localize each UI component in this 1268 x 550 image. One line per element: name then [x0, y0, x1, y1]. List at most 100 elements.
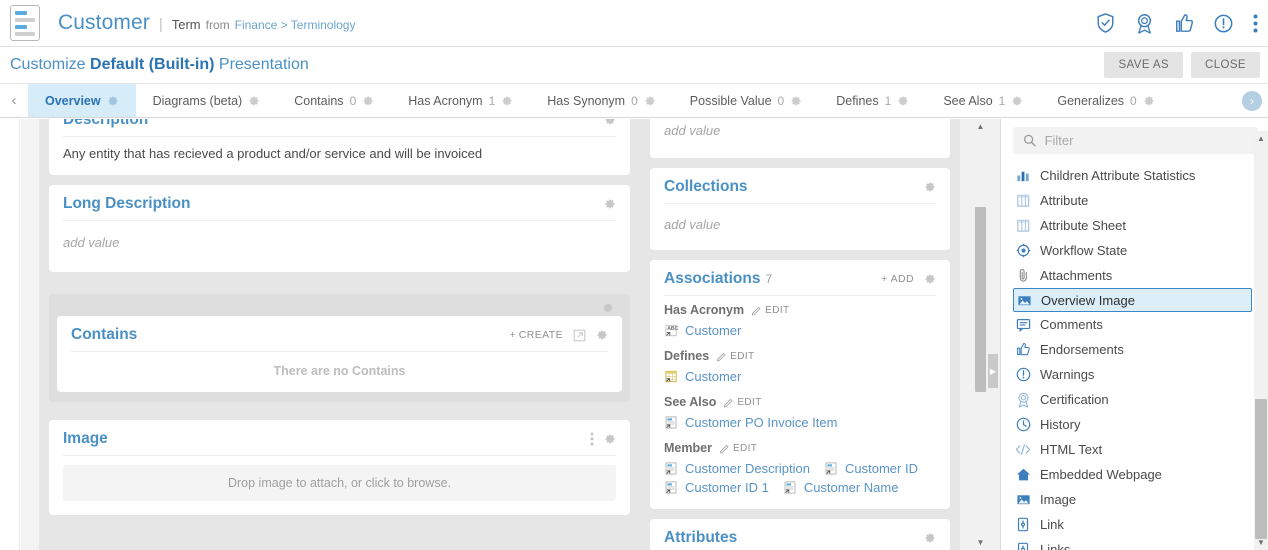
gear-icon[interactable]: [924, 181, 936, 193]
gear-icon[interactable]: [790, 95, 802, 107]
top-header-bar: Customer | Term from Finance > Terminolo…: [0, 0, 1268, 47]
contains-card-header: Contains + CREATE: [71, 326, 608, 352]
tab-overview[interactable]: Overview: [28, 84, 136, 117]
gear-icon[interactable]: [924, 273, 936, 285]
gear-icon[interactable]: [1143, 95, 1155, 107]
gear-icon[interactable]: [604, 433, 616, 445]
gear-icon[interactable]: [644, 95, 656, 107]
plus-icon: +: [881, 273, 888, 285]
kebab-menu-icon[interactable]: [1253, 14, 1258, 33]
widget-item-embedded-webpage[interactable]: Embedded Webpage: [1001, 462, 1256, 487]
top-card-placeholder[interactable]: add value: [664, 123, 720, 138]
gear-icon[interactable]: [107, 95, 119, 107]
shield-check-icon[interactable]: [1096, 13, 1115, 33]
middle-scrollbar[interactable]: ▲ ▼: [973, 119, 988, 550]
kebab-menu-icon[interactable]: [590, 432, 594, 446]
scroll-down-arrow-icon[interactable]: ▼: [973, 535, 988, 550]
scroll-up-arrow-icon[interactable]: ▲: [973, 119, 988, 134]
search-icon: [1023, 133, 1037, 148]
filter-input[interactable]: [1045, 133, 1248, 148]
widget-item-links[interactable]: Links: [1001, 537, 1256, 550]
widget-item-certification[interactable]: Certification: [1001, 387, 1256, 412]
tab-label: Generalizes: [1057, 94, 1124, 108]
tab-has-acronym[interactable]: Has Acronym1: [391, 84, 530, 117]
association-item[interactable]: Customer Name: [783, 480, 899, 495]
gear-icon[interactable]: [248, 95, 260, 107]
tab-count: 0: [778, 94, 785, 108]
associations-title: Associations7: [664, 270, 772, 288]
scroll-down-arrow-icon[interactable]: ▼: [1254, 535, 1268, 550]
widget-item-link[interactable]: Link: [1001, 512, 1256, 537]
breadcrumb-path-link[interactable]: Finance > Terminology: [235, 18, 356, 32]
gear-icon[interactable]: [604, 198, 616, 210]
home-icon: [1015, 467, 1031, 483]
gear-icon[interactable]: [602, 302, 614, 314]
widget-item-image[interactable]: Image: [1001, 487, 1256, 512]
scrollbar-thumb[interactable]: [1255, 399, 1267, 539]
thumbs-up-icon[interactable]: [1174, 13, 1194, 33]
tab-possible-value[interactable]: Possible Value 0: [673, 84, 819, 117]
widget-item-attachments[interactable]: Attachments: [1001, 263, 1256, 288]
widget-item-comments[interactable]: Comments: [1001, 312, 1256, 337]
gear-icon[interactable]: [1011, 95, 1023, 107]
widget-item-attribute-sheet[interactable]: Attribute Sheet: [1001, 213, 1256, 238]
association-item[interactable]: Customer: [664, 369, 741, 384]
gear-icon[interactable]: [604, 119, 616, 126]
tabs-prev-arrow-icon[interactable]: ‹: [0, 84, 28, 117]
widget-item-label: Workflow State: [1040, 243, 1127, 258]
image-dropzone[interactable]: Drop image to attach, or click to browse…: [63, 465, 616, 501]
edit-association-button[interactable]: EDIT: [723, 397, 761, 408]
tab-see-also[interactable]: See Also1: [926, 84, 1040, 117]
edit-association-button[interactable]: EDIT: [716, 351, 754, 362]
content-area: Description Any entity that has recieved…: [0, 119, 1268, 550]
widget-list-scrollbar[interactable]: ▲ ▼: [1254, 131, 1268, 550]
panel-collapse-handle[interactable]: ▶: [988, 354, 998, 388]
tabs-next-arrow-icon[interactable]: ›: [1242, 91, 1262, 111]
attributes-card-header: Attributes: [664, 529, 936, 550]
association-item[interactable]: ABCCustomer: [664, 323, 741, 338]
customize-bar: Customize Default (Built-in) Presentatio…: [0, 47, 1268, 84]
edit-association-button[interactable]: EDIT: [751, 305, 789, 316]
description-value[interactable]: Any entity that has recieved a product a…: [63, 137, 616, 161]
create-button[interactable]: + CREATE: [509, 329, 563, 341]
widget-item-warnings[interactable]: Warnings: [1001, 362, 1256, 387]
tab-defines[interactable]: Defines1: [819, 84, 926, 117]
association-item[interactable]: Customer PO Invoice Item: [664, 415, 837, 430]
tab-has-synonym[interactable]: Has Synonym0: [530, 84, 673, 117]
widget-item-workflow-state[interactable]: Workflow State: [1001, 238, 1256, 263]
association-item[interactable]: Customer ID: [824, 461, 918, 476]
description-title: Description: [63, 119, 148, 129]
scrollbar-thumb[interactable]: [975, 207, 986, 392]
collections-placeholder[interactable]: add value: [664, 217, 720, 232]
widget-item-history[interactable]: History: [1001, 412, 1256, 437]
association-item[interactable]: Customer Description: [664, 461, 810, 476]
association-item[interactable]: Customer ID 1: [664, 480, 769, 495]
scroll-up-arrow-icon[interactable]: ▲: [1254, 131, 1268, 146]
tab-label: Possible Value: [690, 94, 772, 108]
tab-generalizes[interactable]: Generalizes0: [1040, 84, 1171, 117]
open-external-icon[interactable]: [573, 329, 586, 342]
gear-icon[interactable]: [897, 95, 909, 107]
add-association-button[interactable]: + ADD: [881, 273, 914, 285]
pencil-icon: [719, 443, 730, 454]
certification-ribbon-icon[interactable]: [1135, 13, 1154, 34]
acronym-abc-icon: ABC: [664, 323, 679, 338]
gear-icon[interactable]: [924, 532, 936, 544]
warning-circle-icon[interactable]: [1214, 14, 1233, 33]
tab-contains[interactable]: Contains0: [277, 84, 391, 117]
tab-label: Diagrams (beta): [153, 94, 243, 108]
gear-icon[interactable]: [501, 95, 513, 107]
save-as-button[interactable]: SAVE AS: [1104, 52, 1183, 78]
widget-item-attribute[interactable]: Attribute: [1001, 188, 1256, 213]
gear-icon[interactable]: [596, 329, 608, 341]
widget-item-html-text[interactable]: HTML Text: [1001, 437, 1256, 462]
gear-icon[interactable]: [362, 95, 374, 107]
long-description-placeholder[interactable]: add value: [63, 235, 119, 250]
widget-item-children-attribute-statistics[interactable]: Children Attribute Statistics: [1001, 163, 1256, 188]
edit-association-button[interactable]: EDIT: [719, 443, 757, 454]
tab-diagrams-beta[interactable]: Diagrams (beta): [136, 84, 278, 117]
close-button[interactable]: CLOSE: [1191, 52, 1260, 78]
filter-box[interactable]: [1013, 127, 1258, 154]
widget-item-endorsements[interactable]: Endorsements: [1001, 337, 1256, 362]
widget-item-overview-image[interactable]: Overview Image: [1013, 288, 1252, 312]
